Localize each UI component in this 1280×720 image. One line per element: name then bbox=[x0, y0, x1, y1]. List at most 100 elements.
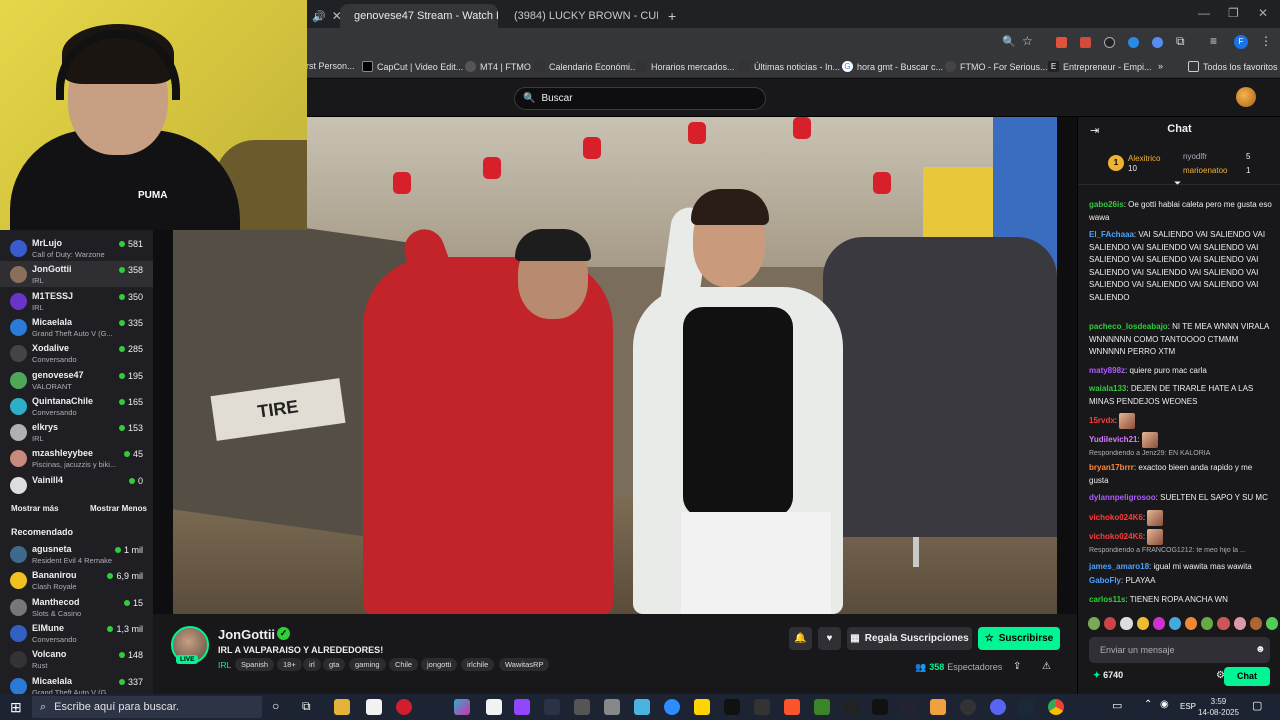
extension-icon[interactable] bbox=[1128, 37, 1139, 48]
obs-icon[interactable] bbox=[960, 699, 976, 715]
sidebar-channel-item[interactable]: M1TESSJ IRL 350 bbox=[0, 288, 153, 314]
sidebar-recommended-item[interactable]: agusneta Resident Evil 4 Remake 1 mil bbox=[0, 541, 153, 567]
bookmark-item[interactable]: Ghora gmt - Buscar c... bbox=[842, 61, 943, 72]
close-icon[interactable]: ✕ bbox=[332, 9, 340, 23]
emote-icon[interactable] bbox=[1088, 617, 1101, 630]
report-warning-icon[interactable]: ⚠ bbox=[1042, 661, 1051, 672]
taskbar-search-input[interactable]: ⌕ Escribe aquí para buscar. bbox=[32, 696, 262, 718]
emote-icon[interactable] bbox=[1104, 617, 1117, 630]
app-icon[interactable] bbox=[754, 699, 770, 715]
bookmark-item[interactable]: Calendario Económi... bbox=[534, 61, 638, 72]
sticky-notes-icon[interactable] bbox=[694, 699, 710, 715]
archive-icon[interactable] bbox=[604, 699, 620, 715]
show-more-link[interactable]: Mostrar más bbox=[11, 504, 59, 513]
notifications-icon[interactable]: ▢ bbox=[1252, 699, 1262, 712]
sidebar-channel-item[interactable]: MrLujo Call of Duty: Warzone 581 bbox=[0, 235, 153, 261]
profile-avatar[interactable]: F bbox=[1234, 35, 1248, 49]
emote-icon[interactable] bbox=[1136, 617, 1149, 630]
photos-icon[interactable] bbox=[634, 699, 650, 715]
sidebar-channel-item[interactable]: genovese47 VALORANT 195 bbox=[0, 367, 153, 393]
extension-icon[interactable] bbox=[1104, 37, 1115, 48]
stream-tag[interactable]: irlchile bbox=[461, 658, 495, 671]
network-icon[interactable]: ▭ bbox=[1112, 699, 1122, 712]
emote-icon[interactable] bbox=[1152, 617, 1165, 630]
streamer-name[interactable]: JonGottii bbox=[218, 627, 275, 642]
sidebar-recommended-item[interactable]: Volcano Rust 148 bbox=[0, 646, 153, 672]
sidebar-channel-item[interactable]: Xodalive Conversando 285 bbox=[0, 340, 153, 366]
cortana-circle-icon[interactable]: ○ bbox=[272, 699, 279, 713]
tiktok-icon[interactable] bbox=[872, 699, 888, 715]
chat-username[interactable]: dylannpeligrosoo bbox=[1089, 493, 1156, 502]
emote-icon[interactable] bbox=[1217, 617, 1230, 630]
search-input[interactable]: 🔍 Buscar bbox=[514, 87, 766, 110]
chat-username[interactable]: GaboFly bbox=[1089, 576, 1121, 585]
bookmarks-overflow-icon[interactable]: » bbox=[1158, 61, 1163, 71]
stream-tag[interactable]: irl bbox=[303, 658, 321, 671]
leaderboard-name[interactable]: Alexitrico bbox=[1128, 154, 1160, 163]
chat-username[interactable]: 15rvdx bbox=[1089, 416, 1115, 425]
zoom-icon[interactable]: 🔍 bbox=[1002, 35, 1016, 48]
capcut-icon[interactable] bbox=[844, 699, 860, 715]
chat-input[interactable]: Enviar un mensaje bbox=[1089, 637, 1270, 663]
new-tab-button[interactable]: + bbox=[660, 4, 682, 28]
emote-icon[interactable] bbox=[1201, 617, 1214, 630]
sidebar-channel-item[interactable]: JonGottii IRL 358 bbox=[0, 261, 153, 288]
tiktok-icon[interactable] bbox=[724, 699, 740, 715]
bookmark-item[interactable]: Últimas noticias - In... bbox=[739, 61, 840, 72]
subscribe-button[interactable]: ☆ Suscribirse bbox=[978, 627, 1060, 650]
bookmark-item[interactable]: rst Person... bbox=[306, 61, 355, 71]
bookmark-item[interactable]: Horarios mercados... bbox=[636, 61, 735, 72]
minecraft-icon[interactable] bbox=[814, 699, 830, 715]
extension-icon[interactable] bbox=[1056, 37, 1067, 48]
taskbar-clock[interactable]: 3:59 14-08-2025 bbox=[1198, 696, 1239, 718]
chat-username[interactable]: Yudilevich21 bbox=[1089, 435, 1137, 444]
stream-tag[interactable]: gaming bbox=[349, 658, 386, 671]
menu-kebab-icon[interactable]: ⋮ bbox=[1260, 34, 1272, 48]
chat-username[interactable]: El_FAchaaa bbox=[1089, 230, 1134, 239]
emote-icon[interactable] bbox=[1168, 617, 1182, 630]
emote-icon[interactable] bbox=[1265, 617, 1279, 630]
reading-list-icon[interactable]: ≡ bbox=[1210, 34, 1217, 48]
chat-username[interactable]: bryan17brrr bbox=[1089, 463, 1134, 472]
maximize-icon[interactable]: ❐ bbox=[1228, 6, 1239, 20]
bookmark-item[interactable]: FTMO - For Serious... bbox=[945, 61, 1048, 72]
chat-username[interactable]: waiala133 bbox=[1089, 384, 1126, 393]
stream-tag[interactable]: jongotti bbox=[421, 658, 458, 671]
settings-gear-icon[interactable] bbox=[544, 699, 560, 715]
tray-chevron-icon[interactable]: ⌃ bbox=[1144, 699, 1152, 710]
emote-icon[interactable] bbox=[1233, 617, 1246, 630]
terminal-icon[interactable] bbox=[574, 699, 590, 715]
document-icon[interactable] bbox=[486, 699, 502, 715]
all-bookmarks-folder[interactable]: Todos los favoritos bbox=[1188, 61, 1278, 72]
chat-username[interactable]: pacheco_losdeabajo bbox=[1089, 322, 1168, 331]
emote-icon[interactable] bbox=[1185, 617, 1198, 630]
expand-leaderboard-icon[interactable]: ⏷ bbox=[1174, 178, 1181, 189]
gift-subscriptions-button[interactable]: ▦ Regala Suscripciones bbox=[847, 627, 972, 650]
app-icon[interactable] bbox=[900, 699, 916, 715]
tab-previous[interactable]: 🔊 ✕ bbox=[304, 4, 340, 28]
emote-icon[interactable] bbox=[1249, 617, 1262, 630]
chat-username[interactable]: vichoko024K6 bbox=[1089, 513, 1143, 522]
stream-tag[interactable]: Spanish bbox=[235, 658, 275, 671]
chat-send-button[interactable]: Chat bbox=[1224, 667, 1270, 686]
sidebar-channel-item[interactable]: Vainill4 0 bbox=[0, 472, 153, 498]
sidebar-recommended-item[interactable]: Bananirou Clash Royale 6,9 mil bbox=[0, 567, 153, 593]
user-avatar[interactable] bbox=[1236, 87, 1256, 107]
language-indicator[interactable]: ESP bbox=[1180, 702, 1196, 711]
show-less-link[interactable]: Mostrar Menos bbox=[90, 504, 147, 513]
tray-app-icon[interactable]: ◉ bbox=[1160, 699, 1169, 710]
chat-username[interactable]: vichoko024K6 bbox=[1089, 532, 1143, 541]
zoom-app-icon[interactable] bbox=[664, 699, 680, 715]
chat-username[interactable]: carlos11s bbox=[1089, 595, 1125, 604]
sidebar-channel-item[interactable]: elkrys IRL 153 bbox=[0, 419, 153, 445]
bookmark-star-icon[interactable]: ☆ bbox=[1022, 34, 1033, 48]
extension-icon[interactable] bbox=[1152, 37, 1163, 48]
sidebar-channel-item[interactable]: mzashleyybee Piscinas, jacuzzis y biki...… bbox=[0, 445, 153, 471]
minimize-icon[interactable]: — bbox=[1198, 6, 1210, 20]
stream-tag[interactable]: gta bbox=[323, 658, 346, 671]
brave-icon[interactable] bbox=[784, 699, 800, 715]
bookmark-item[interactable]: CapCut | Video Edit... bbox=[362, 61, 463, 72]
emote-picker-icon[interactable]: ☻ bbox=[1255, 644, 1266, 655]
stream-category[interactable]: IRL bbox=[218, 660, 231, 670]
extension-icon[interactable] bbox=[1080, 37, 1091, 48]
